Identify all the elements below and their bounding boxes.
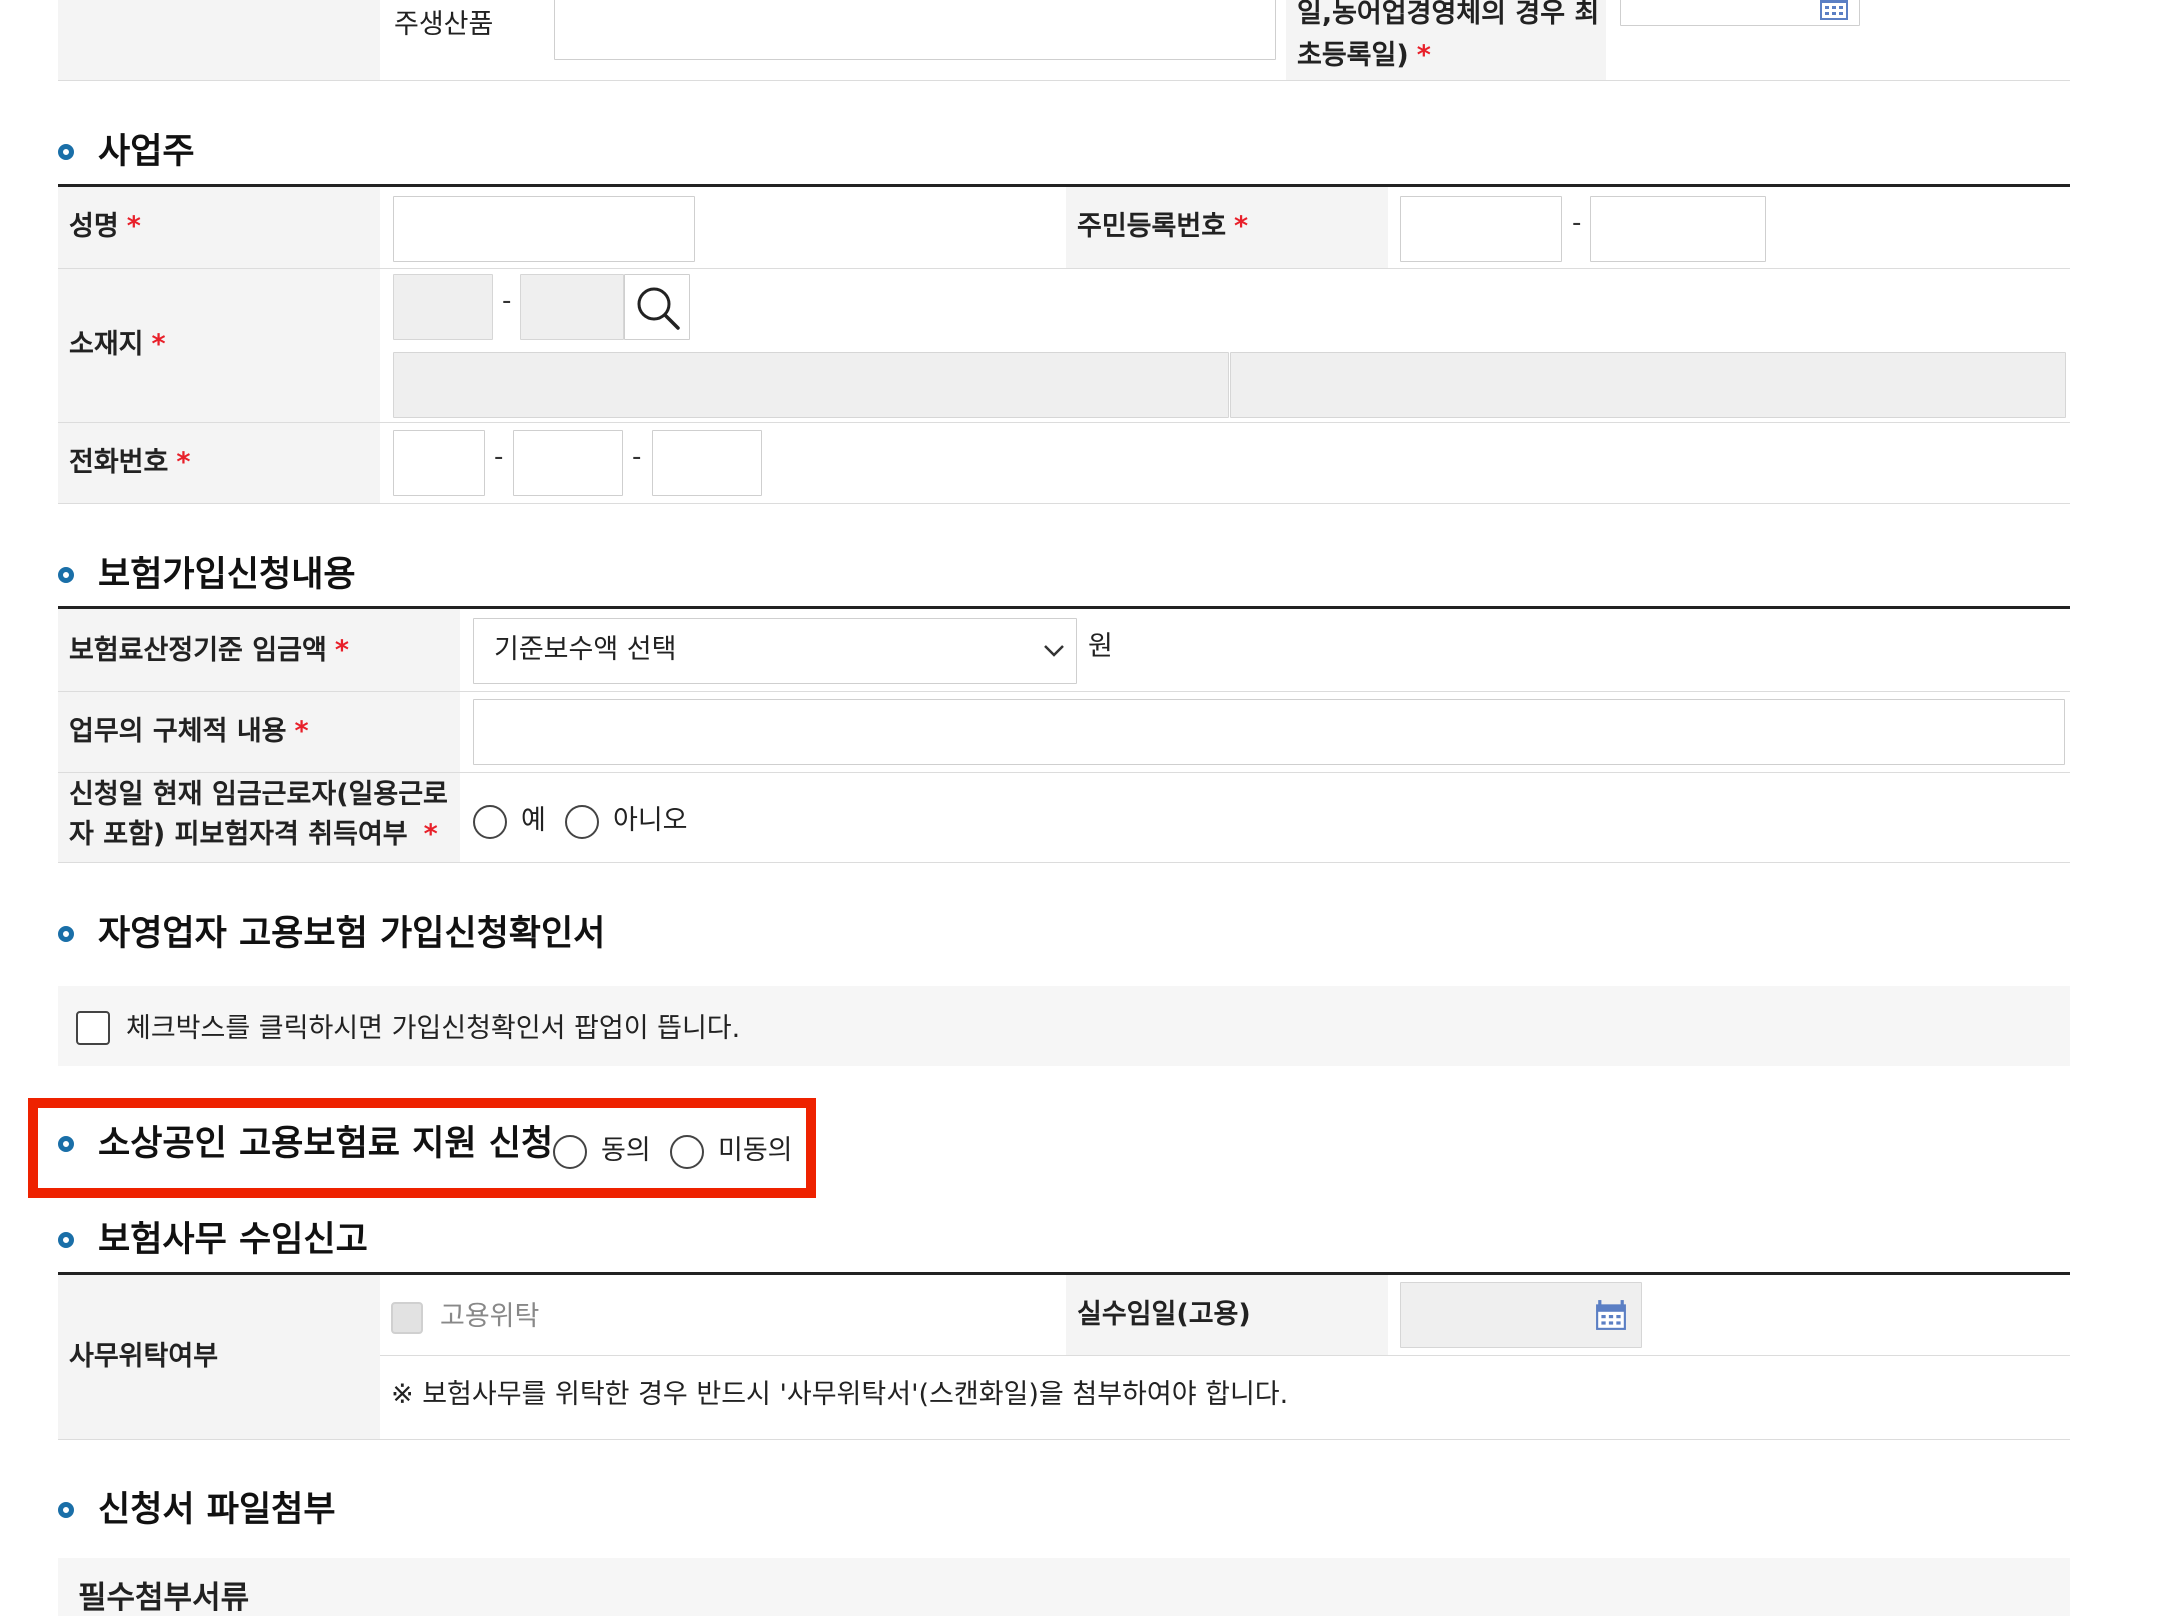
rrn-back-input[interactable] — [1590, 196, 1766, 262]
phone-label-cell: 전화번호 * — [58, 423, 380, 503]
actual-date-label: 실수임일(고용) — [1077, 1299, 1251, 1330]
confirmation-section-title: 자영업자 고용보험 가입신청확인서 — [98, 914, 606, 954]
chevron-down-icon — [1044, 645, 1064, 657]
required-mark: * — [151, 329, 166, 360]
wage-label: 보험료산정기준 임금액 — [69, 635, 327, 666]
support-disagree-label: 미동의 — [718, 1135, 793, 1166]
rrn-front-input[interactable] — [1400, 196, 1562, 262]
start-date-label-line1: 일,농어업경영체의 경우 최 — [1297, 0, 1600, 29]
address-search-button[interactable] — [624, 274, 690, 340]
worker-label-line2: 자 포함) 피보험자격 취득여부 — [69, 819, 408, 850]
insurance-section-title: 보험가입신청내용 — [98, 555, 356, 595]
row-divider — [58, 503, 2070, 504]
main-product-input[interactable] — [554, 0, 1276, 60]
worker-label-cell: 신청일 현재 임금근로자(일용근로 자 포함) 피보험자격 취득여부 * — [58, 773, 460, 862]
address-line1-input[interactable] — [393, 352, 1229, 418]
support-agree-label: 동의 — [601, 1135, 651, 1166]
search-icon — [637, 287, 680, 330]
job-label-cell: 업무의 구체적 내용 * — [58, 692, 460, 772]
worker-label-line1: 신청일 현재 임금근로자(일용근로 — [69, 779, 448, 810]
wage-select[interactable]: 기준보수액 선택 — [473, 618, 1077, 684]
section-bullet-icon — [58, 1502, 74, 1518]
rrn-dash: - — [1572, 208, 1582, 238]
worker-yes-radio[interactable] — [473, 805, 507, 839]
phone-area-input[interactable] — [393, 430, 485, 496]
support-disagree-radio[interactable] — [670, 1135, 704, 1169]
owner-section-title: 사업주 — [98, 132, 195, 172]
delegation-label: 사무위탁여부 — [69, 1341, 219, 1372]
actual-date-input[interactable] — [1400, 1282, 1642, 1348]
required-mark: * — [176, 447, 191, 478]
required-docs-label: 필수첨부서류 — [78, 1580, 250, 1616]
wage-select-value: 기준보수액 선택 — [494, 634, 677, 665]
job-description-input[interactable] — [473, 699, 2065, 765]
start-date-input[interactable] — [1620, 0, 1860, 26]
worker-yes-label: 예 — [521, 805, 546, 836]
required-mark: * — [1416, 40, 1431, 71]
zipcode-back-input[interactable] — [520, 274, 624, 340]
start-date-label-cell: 일,농어업경영체의 경우 최 초등록일) * — [1286, 0, 1606, 80]
address-label-cell: 소재지 * — [58, 269, 380, 422]
start-date-label-line2: 초등록일) — [1297, 40, 1409, 71]
address-line2-input[interactable] — [1230, 352, 2066, 418]
delegation-checkbox[interactable] — [391, 1302, 423, 1334]
confirmation-checkbox[interactable] — [76, 1011, 110, 1045]
row-divider — [380, 1355, 2070, 1356]
row-divider — [58, 80, 2070, 81]
phone-label: 전화번호 — [69, 447, 169, 478]
required-mark: * — [126, 211, 141, 242]
row-divider — [58, 862, 2070, 863]
page: 주생산품 일,농어업경영체의 경우 최 초등록일) * 사업주 성명 * 주민등록번… — [0, 0, 2160, 1616]
rrn-label: 주민등록번호 — [1077, 211, 1227, 242]
job-label: 업무의 구체적 내용 — [69, 716, 287, 747]
delegation-label-cell: 사무위탁여부 — [58, 1275, 380, 1439]
required-mark: * — [294, 716, 309, 747]
section-bullet-icon — [58, 567, 74, 583]
section-bullet-icon — [58, 1136, 74, 1152]
required-mark: * — [334, 635, 349, 666]
required-mark: * — [1234, 211, 1249, 242]
calendar-icon[interactable] — [1595, 1299, 1627, 1331]
name-input[interactable] — [393, 196, 695, 262]
section-bullet-icon — [58, 926, 74, 942]
phone-dash: - — [632, 442, 642, 472]
calendar-icon[interactable] — [1819, 0, 1849, 21]
required-mark: * — [423, 819, 438, 850]
phone-last-input[interactable] — [652, 430, 762, 496]
row-divider — [58, 1439, 2070, 1440]
name-label-cell: 성명 * — [58, 187, 380, 268]
rrn-label-cell: 주민등록번호 * — [1066, 187, 1388, 268]
delegation-note: ※ 보험사무를 위탁한 경우 반드시 '사무위탁서'(스캔화일)을 첨부하여야 … — [391, 1379, 1289, 1410]
required-docs-box — [58, 1558, 2070, 1616]
table-header-cell — [58, 0, 380, 80]
wage-unit: 원 — [1088, 631, 1113, 662]
section-bullet-icon — [58, 1232, 74, 1248]
worker-no-label: 아니오 — [613, 805, 688, 836]
delegation-checkbox-label: 고용위탁 — [440, 1301, 540, 1332]
zipcode-dash: - — [502, 286, 512, 316]
file-section-title: 신청서 파일첨부 — [98, 1490, 336, 1530]
actual-date-label-cell: 실수임일(고용) — [1066, 1275, 1388, 1355]
agency-section-title: 보험사무 수임신고 — [98, 1220, 368, 1260]
wage-label-cell: 보험료산정기준 임금액 * — [58, 609, 460, 691]
name-label: 성명 — [69, 211, 119, 242]
support-agree-radio[interactable] — [553, 1135, 587, 1169]
main-product-label: 주생산품 — [394, 9, 494, 40]
zipcode-front-input[interactable] — [393, 274, 493, 340]
section-bullet-icon — [58, 144, 74, 160]
worker-no-radio[interactable] — [565, 805, 599, 839]
phone-middle-input[interactable] — [513, 430, 623, 496]
confirmation-checkbox-label: 체크박스를 클릭하시면 가입신청확인서 팝업이 뜹니다. — [126, 1013, 741, 1044]
support-section-title: 소상공인 고용보험료 지원 신청 — [98, 1124, 554, 1164]
phone-dash: - — [494, 442, 504, 472]
address-label: 소재지 — [69, 329, 144, 360]
